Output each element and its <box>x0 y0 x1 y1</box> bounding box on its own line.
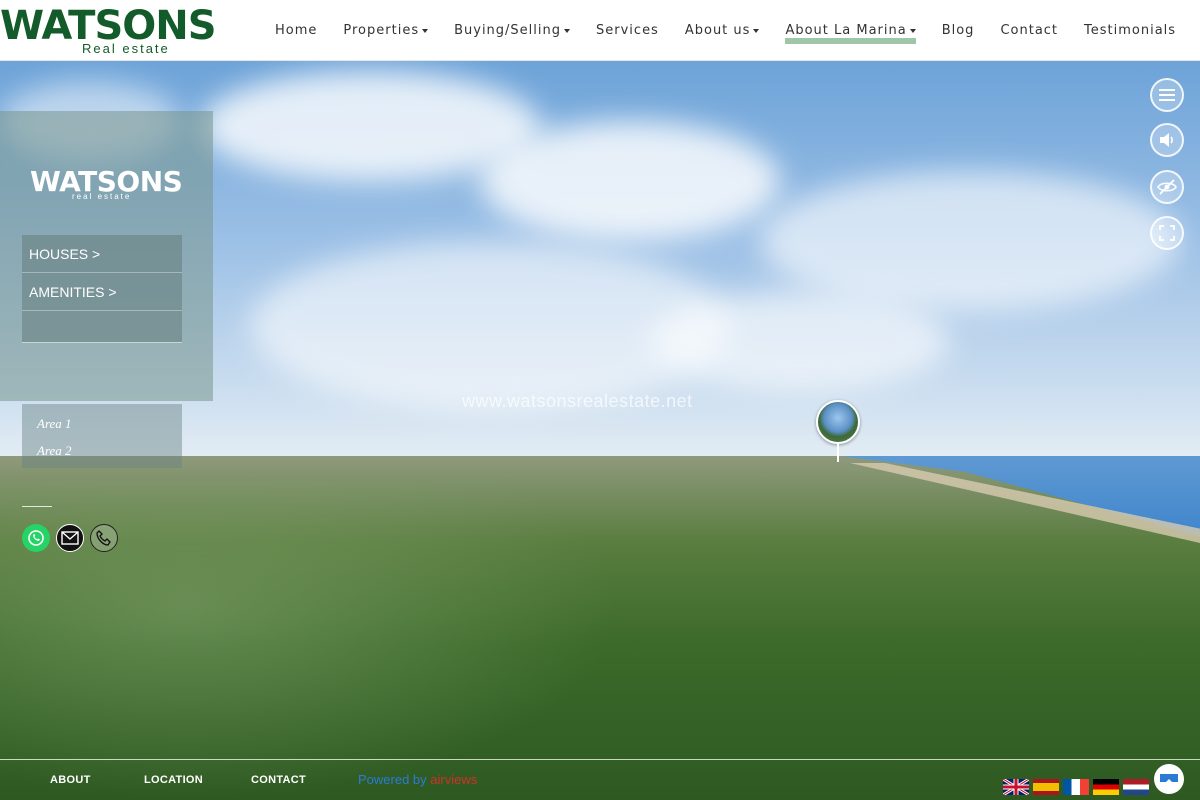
caret-down-icon <box>422 28 429 33</box>
tour-footer: ABOUT LOCATION CONTACT Powered by airvie… <box>0 759 1200 800</box>
eye-slash-icon <box>1157 179 1177 195</box>
main-nav: Home Properties Buying/Selling Services … <box>262 0 1189 61</box>
menu-spacer <box>22 311 182 343</box>
logo-wordmark: WATSONS <box>0 3 217 49</box>
site-logo[interactable]: WATSONS Real estate <box>0 3 217 56</box>
whatsapp-button[interactable] <box>22 524 50 552</box>
caret-down-icon <box>753 28 760 33</box>
flag-germany-icon[interactable] <box>1093 779 1119 795</box>
cloud <box>650 291 950 391</box>
panel-divider <box>22 506 52 507</box>
menu-button[interactable] <box>1150 78 1184 112</box>
email-button[interactable] <box>56 524 84 552</box>
powered-by-brand: airviews <box>430 772 478 787</box>
nav-buying-selling[interactable]: Buying/Selling <box>454 23 571 38</box>
cloud <box>480 121 780 241</box>
tour-menu: HOUSES > AMENITIES > <box>22 235 182 343</box>
nav-about-la-marina[interactable]: About La Marina <box>785 23 916 44</box>
sound-button[interactable] <box>1150 123 1184 157</box>
powered-by-link[interactable]: Powered by airviews <box>358 772 477 787</box>
phone-icon <box>96 530 111 546</box>
nav-contact[interactable]: Contact <box>1000 23 1058 38</box>
nav-label: About us <box>684 23 751 38</box>
nav-services[interactable]: Services <box>596 23 659 38</box>
watermark: www.watsonsrealestate.net <box>462 391 693 411</box>
vr-mode-button[interactable] <box>1154 764 1184 794</box>
nav-label: Buying/Selling <box>454 23 562 38</box>
language-flags <box>1003 779 1149 795</box>
powered-by-text: Powered by <box>358 772 427 787</box>
cloud <box>760 171 1180 311</box>
area-item-1[interactable]: Area 1 <box>22 416 182 443</box>
footer-location-link[interactable]: LOCATION <box>144 774 203 786</box>
area-list: Area 1 Area 2 <box>22 404 182 468</box>
nav-label: Blog <box>941 23 975 38</box>
hide-hotspots-button[interactable] <box>1150 170 1184 204</box>
nav-about-us[interactable]: About us <box>685 23 760 38</box>
footer-about-link[interactable]: ABOUT <box>50 774 91 786</box>
vr-headset-icon <box>1160 774 1178 782</box>
nav-blog[interactable]: Blog <box>942 23 975 38</box>
area-item-2[interactable]: Area 2 <box>22 443 182 470</box>
fullscreen-icon <box>1159 225 1175 241</box>
hotspot-thumbnail[interactable] <box>816 400 860 444</box>
nav-properties[interactable]: Properties <box>343 23 429 38</box>
site-header: WATSONS Real estate Home Properties Buyi… <box>0 0 1200 61</box>
sound-icon <box>1160 133 1173 147</box>
hamburger-menu-icon <box>1159 89 1175 101</box>
hotspot-pin <box>837 444 839 462</box>
fullscreen-button[interactable] <box>1150 216 1184 250</box>
flag-spain-icon[interactable] <box>1033 779 1059 795</box>
nav-label: About La Marina <box>785 23 907 38</box>
flag-france-icon[interactable] <box>1063 779 1089 795</box>
nav-label: Properties <box>343 23 420 38</box>
nav-label: Services <box>596 23 659 38</box>
panel-logo-tagline: real estate <box>72 192 132 201</box>
whatsapp-icon <box>28 530 44 546</box>
nav-label: Home <box>275 23 318 38</box>
caret-down-icon <box>909 28 916 33</box>
flag-netherlands-icon[interactable] <box>1123 779 1149 795</box>
nav-label: Contact <box>1000 23 1059 38</box>
flag-uk-icon[interactable] <box>1003 779 1029 795</box>
nav-home[interactable]: Home <box>275 23 317 38</box>
menu-item-houses[interactable]: HOUSES > <box>22 235 182 273</box>
logo-tagline: Real estate <box>82 41 170 56</box>
caret-down-icon <box>564 28 571 33</box>
footer-contact-link[interactable]: CONTACT <box>251 774 306 786</box>
phone-button[interactable] <box>90 524 118 552</box>
menu-item-amenities[interactable]: AMENITIES > <box>22 273 182 311</box>
nav-label: Testimonials <box>1084 23 1177 38</box>
panel-logo[interactable]: WATSONS real estate <box>30 168 183 202</box>
tour-side-panel: WATSONS real estate HOUSES > AMENITIES > <box>0 111 213 401</box>
email-icon <box>61 531 79 545</box>
nav-testimonials[interactable]: Testimonials <box>1084 23 1176 38</box>
contact-icons <box>22 524 118 552</box>
